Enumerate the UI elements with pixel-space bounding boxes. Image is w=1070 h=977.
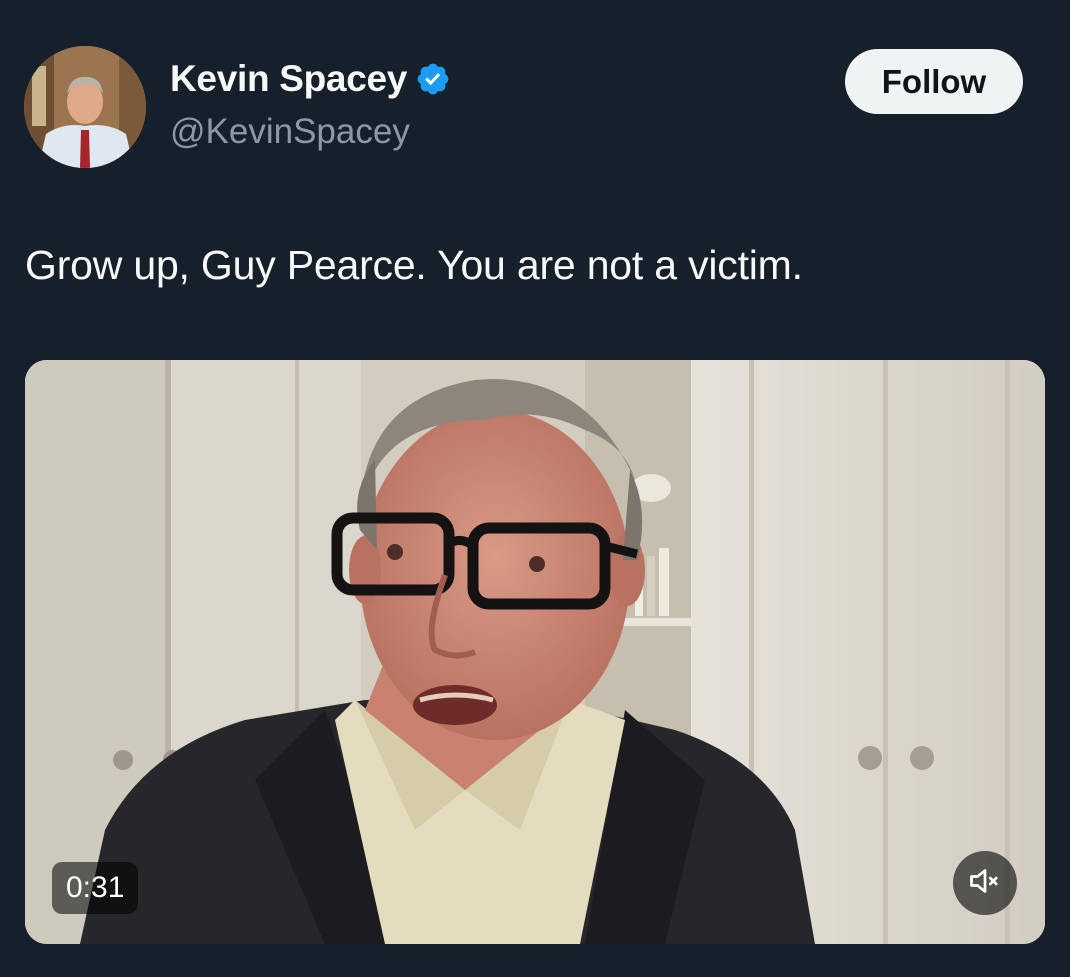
avatar[interactable] [24, 46, 146, 168]
mute-toggle-button[interactable] [953, 851, 1017, 915]
video-duration: 0:31 [52, 862, 139, 914]
speaker-muted-icon [967, 863, 1003, 904]
follow-button[interactable]: Follow [845, 49, 1023, 114]
video-frame [25, 360, 1045, 944]
tweet-text: Grow up, Guy Pearce. You are not a victi… [25, 242, 803, 288]
display-name[interactable]: Kevin Spacey [170, 58, 407, 100]
tweet-card: Kevin Spacey @KevinSpacey Follow Grow up… [0, 0, 1070, 977]
author-name-row: Kevin Spacey [170, 58, 451, 100]
video-player[interactable]: 0:31 [25, 360, 1045, 944]
author-handle[interactable]: @KevinSpacey [170, 112, 410, 152]
verified-badge-icon [415, 61, 451, 97]
